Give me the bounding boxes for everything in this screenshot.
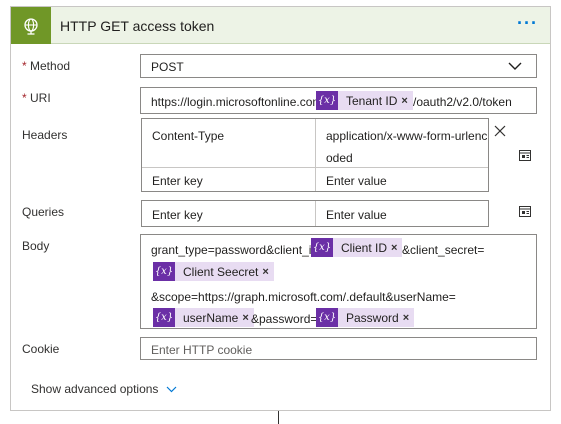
action-title[interactable]: HTTP GET access token	[60, 18, 214, 34]
token-label: Tenant ID	[346, 93, 398, 108]
expression-icon: {x}	[311, 238, 333, 257]
method-dropdown[interactable]: POST	[140, 54, 537, 78]
required-marker: *	[22, 91, 27, 105]
queries-table: Enter key Enter value	[141, 200, 489, 227]
chevron-down-icon	[508, 62, 522, 70]
header-key-input[interactable]: Enter key	[152, 174, 203, 188]
headers-label: Headers	[22, 128, 68, 142]
more-options-icon[interactable]: ···	[517, 14, 538, 32]
query-value-input[interactable]: Enter value	[326, 208, 387, 222]
body-text-2: &client_secret=	[402, 243, 485, 257]
header-value-input[interactable]: Enter value	[326, 174, 387, 188]
remove-token-icon[interactable]: ×	[262, 266, 273, 278]
body-text-4: &password=	[251, 312, 318, 326]
uri-label: * URI	[22, 91, 51, 105]
cookie-label: Cookie	[22, 342, 60, 356]
header-value-line2[interactable]: oded	[326, 151, 353, 165]
uri-suffix-text: /oauth2/v2.0/token	[413, 95, 512, 109]
required-marker: *	[22, 59, 27, 73]
queries-label: Queries	[22, 205, 65, 219]
uri-prefix-text: https://login.microsoftonline.com/	[151, 95, 326, 109]
body-label: Body	[22, 239, 50, 253]
client-secret-token[interactable]: {x} Client Seecret ×	[153, 262, 274, 281]
token-label: userName	[183, 310, 239, 325]
cookie-input[interactable]: Enter HTTP cookie	[140, 337, 537, 360]
tenant-id-token[interactable]: {x} Tenant ID ×	[316, 91, 413, 110]
token-label: Client ID	[341, 240, 388, 255]
token-label: Client Seecret	[183, 264, 259, 279]
expression-icon: {x}	[153, 308, 175, 327]
remove-token-icon[interactable]: ×	[391, 242, 402, 254]
query-key-input[interactable]: Enter key	[152, 208, 203, 222]
header-value-line1[interactable]: application/x-www-form-urlenc	[326, 129, 487, 143]
expression-icon: {x}	[316, 91, 338, 110]
expression-icon: {x}	[153, 262, 175, 281]
password-token[interactable]: {x} Password ×	[316, 308, 415, 327]
token-label: Password	[346, 310, 399, 325]
advanced-options-label: Show advanced options	[31, 382, 159, 396]
body-text-1: grant_type=password&client_id=	[151, 243, 326, 257]
uri-label-text: URI	[30, 91, 51, 105]
method-label-text: Method	[30, 59, 71, 73]
show-advanced-options-link[interactable]: Show advanced options	[31, 382, 177, 396]
action-card: HTTP GET access token ··· * Method POST …	[10, 6, 551, 411]
cookie-placeholder: Enter HTTP cookie	[151, 343, 253, 357]
method-value: POST	[151, 60, 184, 74]
body-text-3: &scope=https://graph.microsoft.com/.defa…	[151, 290, 456, 304]
client-id-token[interactable]: {x} Client ID ×	[311, 238, 403, 257]
method-label: * Method	[22, 59, 70, 73]
switch-to-text-mode-icon[interactable]	[518, 148, 532, 162]
expression-icon: {x}	[316, 308, 338, 327]
switch-to-text-mode-icon[interactable]	[518, 204, 532, 218]
body-input[interactable]: grant_type=password&client_id= {x} Clien…	[140, 234, 537, 329]
uri-input[interactable]: https://login.microsoftonline.com/ {x} T…	[140, 87, 537, 114]
headers-table: Content-Type application/x-www-form-urle…	[141, 118, 489, 192]
remove-token-icon[interactable]: ×	[401, 95, 412, 107]
delete-row-icon[interactable]	[493, 124, 507, 138]
flow-connector	[278, 411, 279, 424]
username-token[interactable]: {x} userName ×	[153, 308, 254, 327]
remove-token-icon[interactable]: ×	[403, 312, 414, 324]
globe-icon	[11, 7, 51, 44]
chevron-down-icon	[167, 386, 177, 392]
action-header[interactable]: HTTP GET access token ···	[11, 7, 550, 44]
header-key-cell[interactable]: Content-Type	[152, 129, 224, 143]
